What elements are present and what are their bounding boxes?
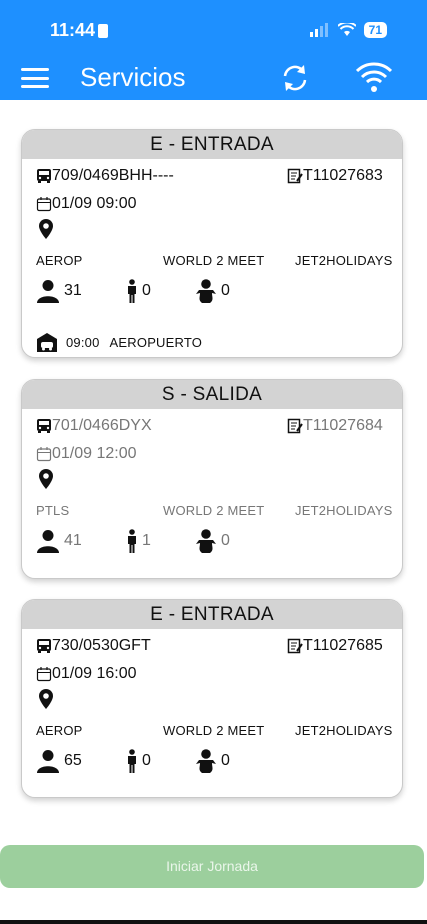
app-bar: Servicios (0, 56, 427, 100)
bottom-edge (0, 920, 427, 924)
baby-icon (196, 749, 216, 773)
service-card[interactable]: E - ENTRADA 730/0530GFT T11027685 01/09 … (21, 599, 403, 798)
operator-name: JET2HOLIDAYS (295, 253, 393, 268)
child-icon (128, 749, 136, 773)
baby-icon (196, 529, 216, 553)
adult-icon (37, 280, 59, 303)
vehicle-code: 701/0466DYX (52, 417, 152, 434)
service-datetime: 01/09 09:00 (52, 195, 137, 212)
ticket-number: T11027683 (303, 167, 383, 184)
ticket-number: T11027684 (303, 417, 383, 434)
child-icon (128, 529, 136, 553)
bus-icon (37, 419, 51, 433)
origin-code: PTLS (36, 503, 70, 518)
infants-count: 0 (221, 282, 230, 299)
child-icon (128, 279, 136, 303)
service-type: E - ENTRADA (22, 130, 402, 159)
vehicle-code: 709/0469BHH---- (52, 167, 174, 184)
location-pin-icon (39, 469, 53, 489)
children-count: 1 (142, 532, 151, 549)
children-count: 0 (142, 282, 151, 299)
origin-code: AEROP (36, 723, 83, 738)
status-wifi-icon (337, 23, 356, 36)
document-icon (287, 168, 303, 184)
origin-code: AEROP (36, 253, 83, 268)
services-list: E - ENTRADA 709/0469BHH---- T11027683 01… (0, 100, 427, 924)
document-icon (287, 418, 303, 434)
adult-icon (37, 750, 59, 773)
bus-icon (37, 169, 51, 183)
handler-name: WORLD 2 MEET (163, 723, 265, 738)
handler-name: WORLD 2 MEET (163, 503, 265, 518)
handler-name: WORLD 2 MEET (163, 253, 265, 268)
adults-count: 31 (64, 282, 82, 299)
status-time: 11:44 (50, 20, 96, 40)
location-pin-icon (39, 689, 53, 709)
status-bar: 11:44 71 (0, 0, 427, 56)
service-datetime: 01/09 16:00 (52, 665, 137, 682)
calendar-icon (36, 447, 52, 462)
pickup-time: 09:00 (66, 334, 100, 350)
service-datetime: 01/09 12:00 (52, 445, 137, 462)
calendar-icon (36, 197, 52, 212)
infants-count: 0 (221, 532, 230, 549)
service-card[interactable]: S - SALIDA 701/0466DYX T11027684 01/09 1… (21, 379, 403, 579)
calendar-icon (36, 667, 52, 682)
location-pin-icon (39, 219, 53, 239)
refresh-icon[interactable] (278, 61, 312, 95)
document-icon (287, 638, 303, 654)
battery-indicator: 71 (363, 22, 387, 38)
children-count: 0 (142, 752, 151, 769)
menu-icon[interactable] (21, 68, 49, 88)
bus-icon (37, 639, 51, 653)
operator-name: JET2HOLIDAYS (295, 503, 393, 518)
ticket-number: T11027685 (303, 637, 383, 654)
service-type: S - SALIDA (22, 380, 402, 409)
signal-icon (309, 23, 328, 37)
adults-count: 65 (64, 752, 82, 769)
start-shift-button[interactable]: Iniciar Jornada (0, 845, 424, 888)
service-card[interactable]: E - ENTRADA 709/0469BHH---- T11027683 01… (21, 129, 403, 358)
baby-icon (196, 279, 216, 303)
page-title: Servicios (80, 62, 186, 92)
wifi-icon[interactable] (356, 62, 392, 94)
status-indicators: 71 (309, 22, 387, 38)
vehicle-code: 730/0530GFT (52, 637, 151, 654)
pickup-place: AEROPUERTO (109, 334, 203, 350)
infants-count: 0 (221, 752, 230, 769)
garage-icon (37, 333, 57, 352)
id-card-icon (98, 24, 108, 38)
adults-count: 41 (64, 532, 82, 549)
operator-name: JET2HOLIDAYS (295, 723, 393, 738)
service-type: E - ENTRADA (22, 600, 402, 629)
adult-icon (37, 530, 59, 553)
